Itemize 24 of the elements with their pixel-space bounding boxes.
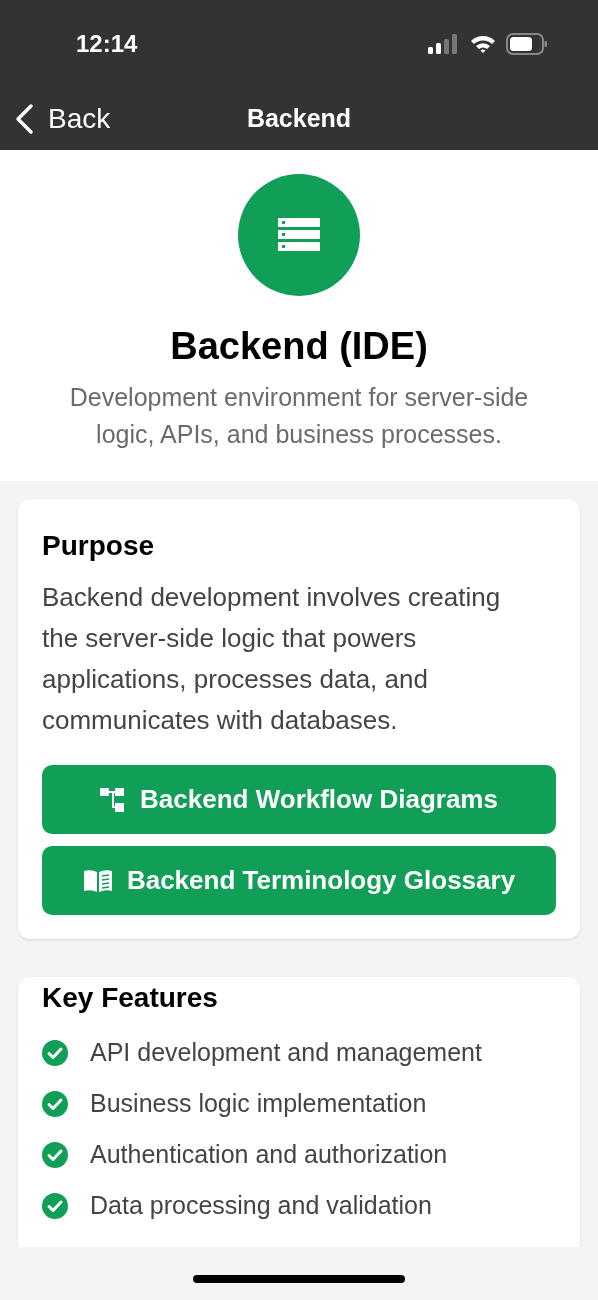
check-circle-icon bbox=[42, 1192, 68, 1219]
status-time: 12:14 bbox=[76, 29, 138, 59]
card-title: Key Features bbox=[42, 981, 219, 1015]
chevron-left-icon bbox=[14, 103, 34, 135]
signal-icon bbox=[428, 34, 460, 54]
card-text: Backend development involves creating the server-side logic that powers applications, processes data, and communicates with databases. bbox=[42, 581, 502, 737]
glossary-button[interactable]: Backend Terminology Glossary bbox=[42, 846, 556, 915]
battery-icon bbox=[506, 33, 548, 55]
card-title: Purpose bbox=[42, 529, 156, 563]
page-subtitle: Development environment for server-side logic, APIs, and business processes. bbox=[68, 382, 530, 450]
nav-title: Backend bbox=[246, 103, 352, 135]
diagrams-button[interactable]: Backend Workflow Diagrams bbox=[42, 765, 556, 834]
check-circle-icon bbox=[42, 1141, 68, 1168]
feature-text: API development and management bbox=[90, 1036, 482, 1068]
check-circle-icon bbox=[42, 1039, 68, 1066]
check-circle-icon bbox=[42, 1090, 68, 1117]
diagram-icon bbox=[100, 787, 127, 812]
feature-text: Authentication and authorization bbox=[90, 1138, 448, 1170]
page-title: Backend (IDE) bbox=[170, 324, 428, 369]
back-button[interactable]: Back bbox=[0, 98, 111, 140]
book-icon bbox=[82, 868, 113, 893]
feature-text: Business logic implementation bbox=[90, 1087, 427, 1119]
wifi-icon bbox=[470, 34, 496, 54]
feature-text: Data processing and validation bbox=[90, 1189, 432, 1221]
